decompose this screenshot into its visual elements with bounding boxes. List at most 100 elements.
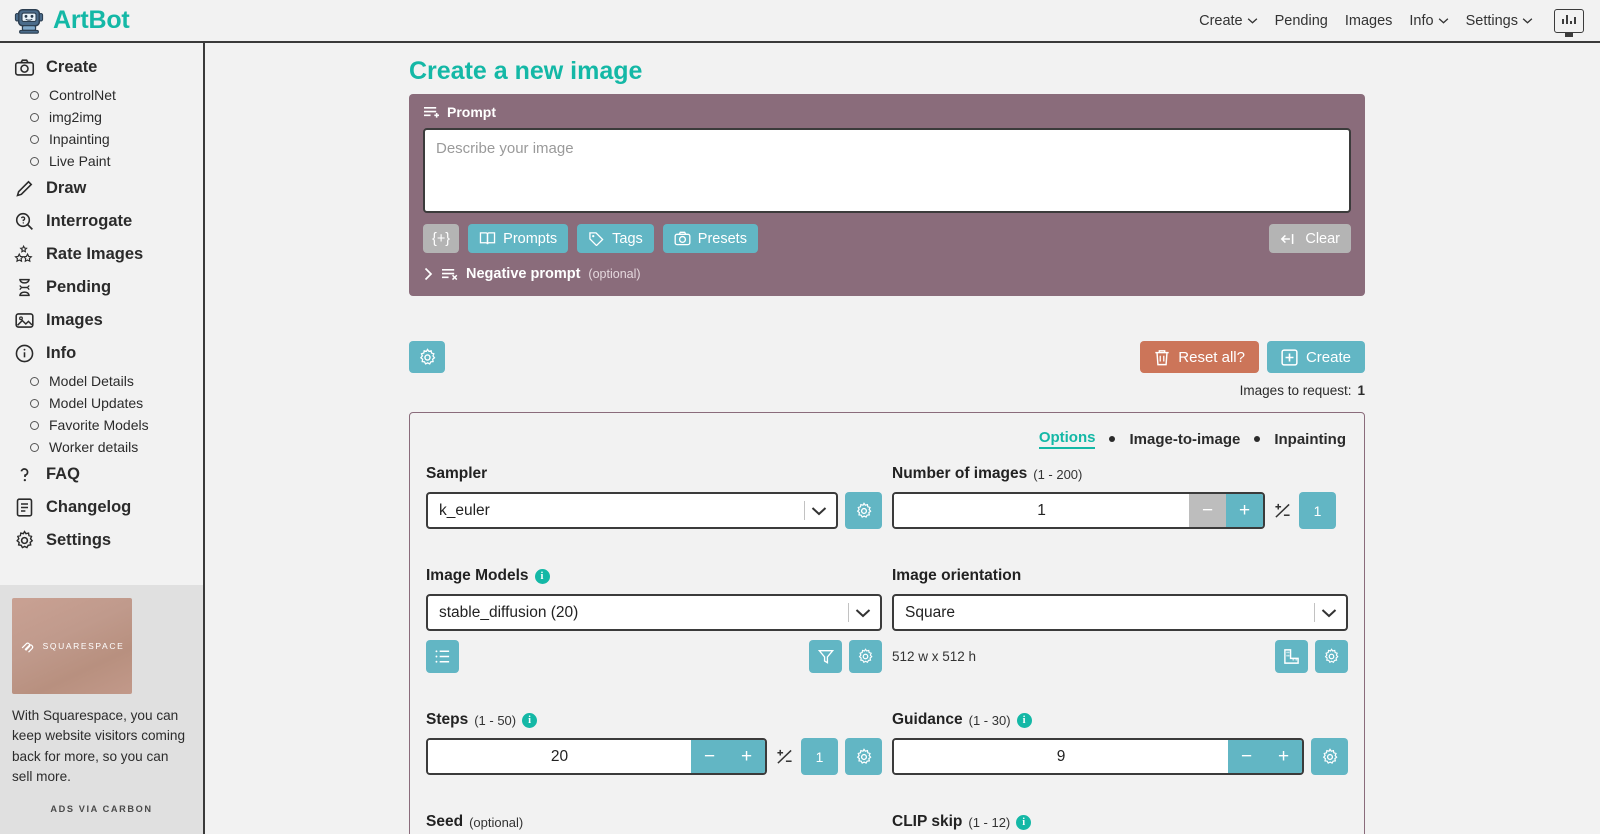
image-orientation-label-text: Image orientation: [892, 567, 1021, 585]
topnav-item-info[interactable]: Info: [1409, 13, 1448, 29]
guidance-settings-button[interactable]: [1311, 738, 1348, 775]
brand-name: ArtBot: [53, 6, 130, 35]
info-icon[interactable]: i: [1017, 713, 1032, 728]
sidebar-item-label: Draw: [46, 179, 86, 198]
number-of-images-step-button[interactable]: 1: [1299, 492, 1336, 529]
topnav-item-pending[interactable]: Pending: [1275, 13, 1328, 29]
sampler-select[interactable]: k_euler: [426, 492, 838, 529]
sampler-label: Sampler: [426, 465, 882, 483]
number-of-images-label: Number of images (1 - 200): [892, 465, 1348, 483]
sidebar-subitem-controlnet[interactable]: ControlNet: [0, 84, 203, 106]
topnav-item-create[interactable]: Create: [1199, 13, 1258, 29]
info-icon[interactable]: i: [522, 713, 537, 728]
insert-variable-label: {+}: [432, 231, 450, 247]
prompt-settings-button[interactable]: [409, 341, 445, 373]
guidance-decrement[interactable]: −: [1228, 740, 1265, 773]
model-settings-button[interactable]: [849, 640, 882, 673]
sidebar-item-interrogate[interactable]: Interrogate: [0, 205, 203, 238]
seed-label: Seed (optional): [426, 813, 882, 831]
sidebar-subitem-favorite-models[interactable]: Favorite Models: [0, 414, 203, 436]
steps-input[interactable]: [428, 740, 691, 773]
custom-dimensions-button[interactable]: [1275, 640, 1308, 673]
gear-icon: [1323, 648, 1340, 665]
steps-settings-button[interactable]: [845, 738, 882, 775]
advertisement-panel[interactable]: SQUARESPACE With Squarespace, you can ke…: [0, 585, 203, 834]
sidebar-item-label: Rate Images: [46, 245, 143, 264]
sidebar-item-rate-images[interactable]: Rate Images: [0, 238, 203, 271]
sidebar-subitem-img2img[interactable]: img2img: [0, 106, 203, 128]
gear-icon: [855, 502, 873, 520]
ad-body-text: With Squarespace, you can keep website v…: [12, 706, 191, 788]
ad-attribution[interactable]: ADS VIA CARBON: [12, 804, 191, 814]
steps-range: (1 - 50): [474, 713, 516, 728]
bullet-icon: [30, 157, 39, 166]
topnav-label: Info: [1409, 13, 1433, 29]
number-of-images-controls: − + 1: [892, 492, 1348, 529]
clear-prompt-button[interactable]: Clear: [1269, 224, 1351, 253]
tab-inpainting[interactable]: Inpainting: [1274, 431, 1346, 448]
monitor-stats-icon[interactable]: [1554, 9, 1584, 33]
sidebar-item-create[interactable]: Create: [0, 51, 203, 84]
tags-button[interactable]: Tags: [577, 224, 654, 253]
steps-increment[interactable]: +: [728, 740, 765, 773]
sidebar-item-pending[interactable]: Pending: [0, 271, 203, 304]
gear-icon: [855, 748, 873, 766]
bullet-icon: [30, 135, 39, 144]
prompts-button[interactable]: Prompts: [468, 224, 568, 253]
tab-separator-dot: [1254, 436, 1260, 442]
guidance-range: (1 - 30): [969, 713, 1011, 728]
gear-icon: [1321, 748, 1339, 766]
presets-button-label: Presets: [698, 231, 747, 247]
negative-prompt-toggle[interactable]: Negative prompt (optional): [423, 253, 1351, 296]
image-orientation-label: Image orientation: [892, 567, 1348, 585]
brand[interactable]: ArtBot: [0, 6, 130, 36]
sidebar-subitem-worker-details[interactable]: Worker details: [0, 436, 203, 458]
sidebar-subitem-inpainting[interactable]: Inpainting: [0, 128, 203, 150]
sidebar-item-settings[interactable]: Settings: [0, 524, 203, 557]
sidebar-subitem-live-paint[interactable]: Live Paint: [0, 150, 203, 172]
chevron-down-icon: [1247, 17, 1258, 24]
sidebar-item-images[interactable]: Images: [0, 304, 203, 337]
prompt-input[interactable]: [423, 128, 1351, 213]
sidebar-subitem-label: Inpainting: [49, 131, 110, 147]
sidebar-subitem-model-updates[interactable]: Model Updates: [0, 392, 203, 414]
reset-all-button[interactable]: Reset all?: [1140, 341, 1259, 373]
number-of-images-increment[interactable]: +: [1226, 494, 1263, 527]
seed-optional: (optional): [469, 815, 523, 830]
sidebar-subitem-model-details[interactable]: Model Details: [0, 370, 203, 392]
steps-decrement[interactable]: −: [691, 740, 728, 773]
sidebar-item-changelog[interactable]: Changelog: [0, 491, 203, 524]
number-of-images-decrement[interactable]: −: [1189, 494, 1226, 527]
image-orientation-select[interactable]: Square: [892, 594, 1348, 631]
tab-options[interactable]: Options: [1039, 429, 1096, 449]
orientation-settings-button[interactable]: [1315, 640, 1348, 673]
sidebar-item-label: Info: [46, 344, 76, 363]
prompt-add-icon: [423, 105, 440, 120]
sidebar-item-faq[interactable]: FAQ: [0, 458, 203, 491]
presets-button[interactable]: Presets: [663, 224, 758, 253]
list-icon: [434, 648, 451, 665]
sidebar-item-draw[interactable]: Draw: [0, 172, 203, 205]
number-of-images-input[interactable]: [894, 494, 1189, 527]
guidance-input[interactable]: [894, 740, 1228, 773]
info-icon[interactable]: i: [535, 569, 550, 584]
tab-image-to-image[interactable]: Image-to-image: [1129, 431, 1240, 448]
steps-step-button[interactable]: 1: [801, 738, 838, 775]
sidebar-item-info[interactable]: Info: [0, 337, 203, 370]
model-list-button[interactable]: [426, 640, 459, 673]
guidance-increment[interactable]: +: [1265, 740, 1302, 773]
options-grid-row-2: Image Models i stable_diffusion (20): [426, 567, 1348, 673]
topnav-item-images[interactable]: Images: [1345, 13, 1393, 29]
insert-variable-button[interactable]: {+}: [423, 224, 459, 253]
bullet-icon: [30, 91, 39, 100]
sidebar-item-label: Settings: [46, 531, 111, 550]
topnav-item-settings[interactable]: Settings: [1466, 13, 1533, 29]
model-filter-button[interactable]: [809, 640, 842, 673]
info-icon[interactable]: i: [1016, 815, 1031, 830]
row-gap: [426, 775, 1348, 797]
create-button[interactable]: Create: [1267, 341, 1365, 373]
image-models-select[interactable]: stable_diffusion (20): [426, 594, 882, 631]
sampler-value: k_euler: [439, 502, 490, 520]
stars-icon: [14, 244, 35, 265]
sampler-settings-button[interactable]: [845, 492, 882, 529]
